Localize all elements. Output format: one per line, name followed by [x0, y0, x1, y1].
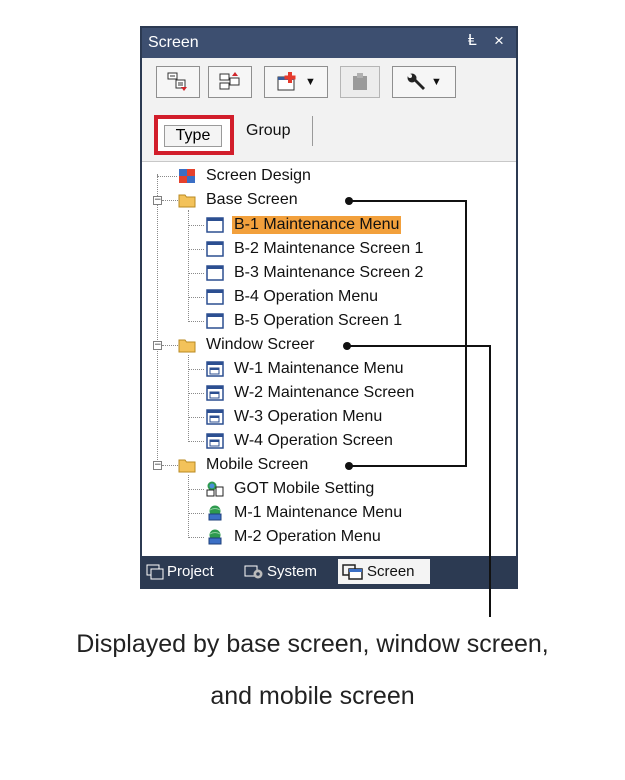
new-screen-button[interactable]	[156, 66, 200, 98]
screen-sort-icon	[219, 72, 240, 90]
tree-item[interactable]: W-4 Operation Screen	[206, 430, 395, 452]
tree-item[interactable]: B-4 Operation Menu	[206, 286, 380, 308]
paste-button[interactable]	[340, 66, 380, 98]
callout-line	[489, 345, 491, 617]
callout-line	[349, 200, 467, 202]
tab-screen[interactable]: Screen	[338, 559, 430, 584]
tree-item[interactable]: M-2 Operation Menu	[206, 526, 383, 548]
tab-group[interactable]: Group	[246, 122, 290, 140]
folder-icon	[178, 194, 196, 208]
tab-system[interactable]: System	[244, 559, 317, 584]
tree-group-mobile-screen[interactable]: Mobile Screen	[178, 454, 310, 476]
mobile-screen-icon	[208, 529, 222, 545]
panel-title-bar: Screen Ⱡ ×	[142, 28, 516, 58]
window-screen-icon	[206, 385, 224, 401]
mobile-setting-icon	[206, 481, 224, 497]
close-icon[interactable]: ×	[494, 31, 504, 51]
screen-design-icon	[179, 169, 195, 183]
callout-line	[347, 345, 491, 347]
bottom-tab-bar: Project System Screen	[142, 556, 516, 587]
project-icon	[146, 564, 164, 579]
base-screen-icon	[206, 313, 224, 329]
mobile-screen-icon	[208, 505, 222, 521]
paste-disabled-icon	[353, 73, 367, 90]
chevron-down-icon: ▼	[305, 76, 316, 88]
screen-tree: − − − Screen Design Base Screen B-1 Main…	[142, 162, 516, 556]
tree-item[interactable]: W-3 Operation Menu	[206, 406, 384, 428]
tree-item[interactable]: GOT Mobile Setting	[206, 478, 376, 500]
callout-line	[349, 465, 467, 467]
tab-project[interactable]: Project	[146, 559, 214, 584]
folder-icon	[178, 339, 196, 353]
tree-item[interactable]: W-1 Maintenance Menu	[206, 358, 406, 380]
pin-icon[interactable]: Ⱡ	[468, 32, 477, 50]
callout-line	[465, 200, 467, 467]
window-screen-icon	[206, 361, 224, 377]
tab-divider	[312, 116, 313, 146]
tree-item[interactable]: B-3 Maintenance Screen 2	[206, 262, 425, 284]
collapse-window-screen[interactable]: −	[153, 341, 162, 350]
collapse-base-screen[interactable]: −	[153, 196, 162, 205]
base-screen-icon	[206, 241, 224, 257]
caption-line-2: and mobile screen	[210, 682, 415, 710]
chevron-down-icon: ▼	[431, 76, 442, 88]
base-screen-icon	[206, 289, 224, 305]
caption-line-1: Displayed by base screen, window screen,	[76, 630, 549, 658]
tree-root-screen-design[interactable]: Screen Design	[178, 165, 313, 187]
screen-toolbar: ▼ ▼	[142, 58, 516, 108]
tree-item[interactable]: M-1 Maintenance Menu	[206, 502, 404, 524]
panel-title: Screen	[148, 34, 199, 51]
new-screen-plus-icon	[277, 72, 296, 91]
tab-type-highlight: Type	[154, 115, 234, 155]
tree-group-window-screen[interactable]: Window Screer	[178, 334, 316, 356]
screen-red-arrow-icon	[167, 72, 187, 91]
system-icon	[244, 565, 263, 578]
sort-screen-button[interactable]	[208, 66, 252, 98]
tree-item[interactable]: B-1 Maintenance Menu	[206, 214, 402, 236]
base-screen-icon	[206, 217, 224, 233]
tree-item[interactable]: W-2 Maintenance Screen	[206, 382, 416, 404]
tools-dropdown[interactable]: ▼	[392, 66, 456, 98]
wrench-icon	[407, 73, 426, 90]
window-screen-icon	[206, 409, 224, 425]
folder-icon	[178, 459, 196, 473]
window-screen-icon	[206, 433, 224, 449]
tree-item[interactable]: B-5 Operation Screen 1	[206, 310, 404, 332]
screen-tab-icon	[342, 563, 363, 580]
tree-group-base-screen[interactable]: Base Screen	[178, 189, 300, 211]
collapse-mobile-screen[interactable]: −	[153, 461, 162, 470]
add-screen-dropdown[interactable]: ▼	[264, 66, 328, 98]
base-screen-icon	[206, 265, 224, 281]
tab-type[interactable]: Type	[164, 125, 222, 147]
view-tabs: Type Group	[142, 108, 516, 162]
tree-item[interactable]: B-2 Maintenance Screen 1	[206, 238, 425, 260]
